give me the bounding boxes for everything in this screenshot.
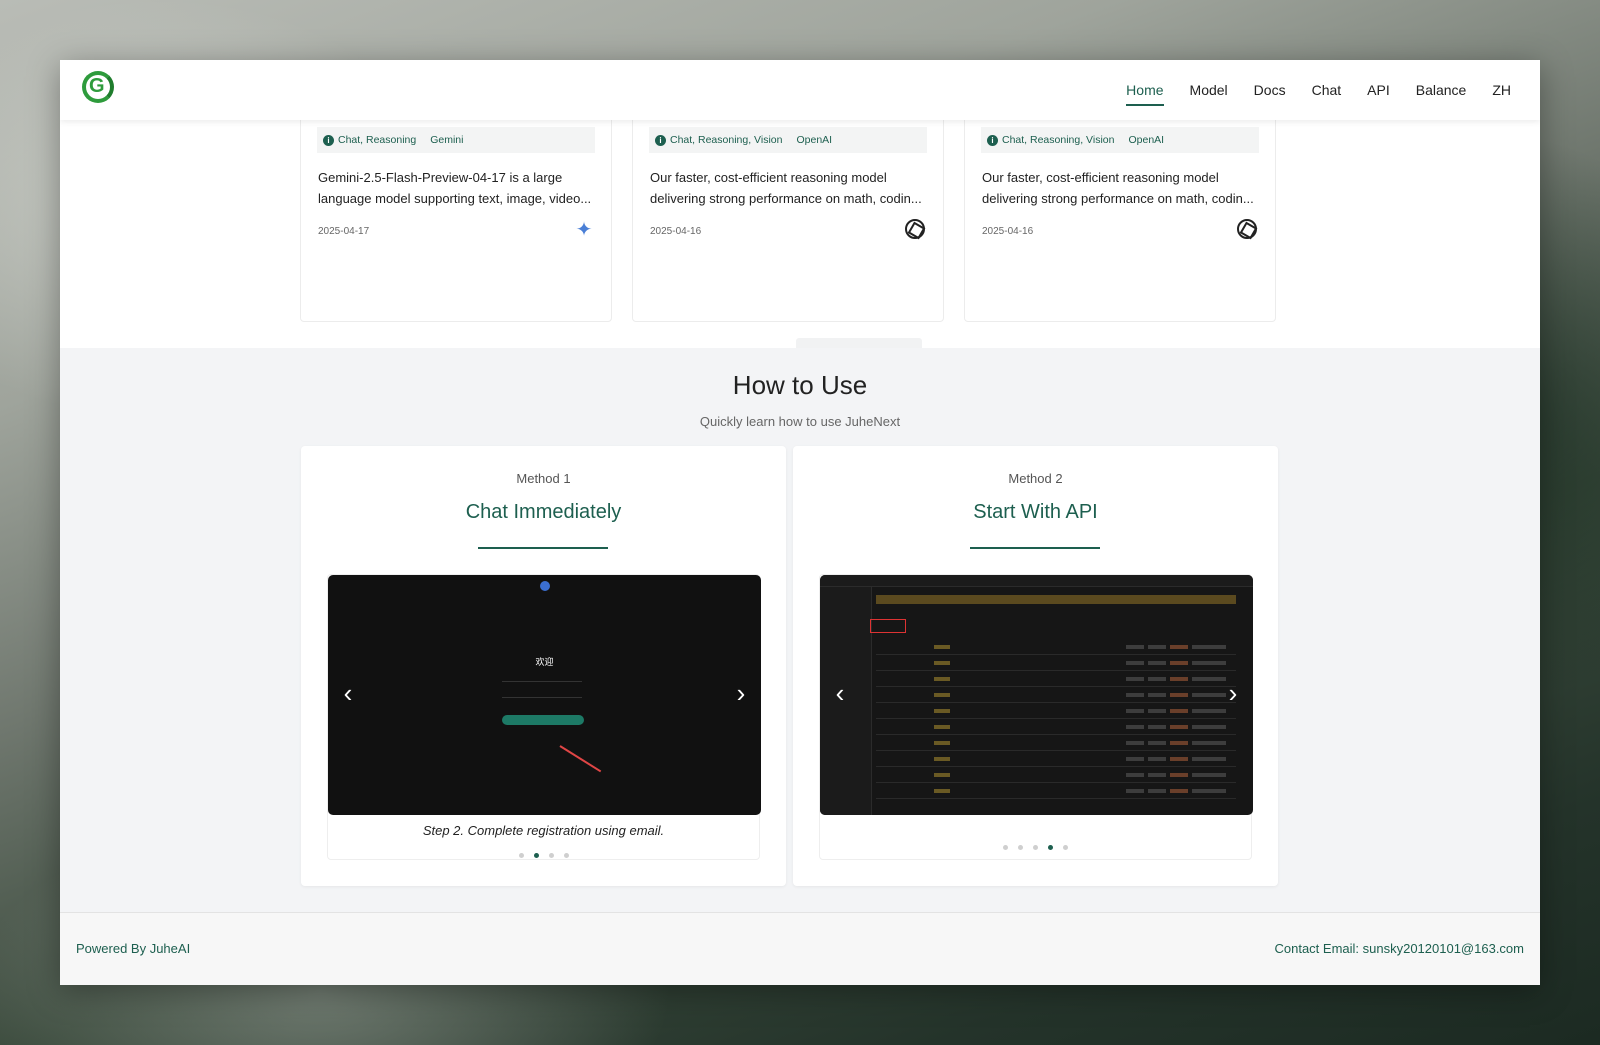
- method-title: Chat Immediately: [465, 501, 622, 523]
- method-label: Method 2: [1008, 471, 1063, 486]
- info-icon: i: [323, 134, 334, 146]
- carousel-dot[interactable]: [1063, 845, 1068, 850]
- powered-by-link[interactable]: Powered By JuheAI: [76, 941, 190, 956]
- model-card[interactable]: i Chat, Reasoning, Vision OpenAI Our fas…: [632, 100, 944, 322]
- section-subtitle: Quickly learn how to use JuheNext: [699, 414, 901, 429]
- model-tags: i Chat, Reasoning, Vision OpenAI: [649, 127, 927, 153]
- logo[interactable]: G: [82, 71, 116, 109]
- password-field-preview: [502, 687, 582, 698]
- carousel-dot[interactable]: [518, 853, 524, 858]
- carousel-dot[interactable]: [1033, 845, 1038, 850]
- carousel-indicators: [328, 853, 759, 858]
- site-header: G Home Model Docs Chat API Balance ZH: [60, 60, 1540, 120]
- model-tags: i Chat, Reasoning Gemini: [317, 127, 595, 153]
- carousel-dot[interactable]: [548, 853, 554, 858]
- carousel: 欢迎 ‹ › Step 2. Complete registration usi…: [327, 574, 761, 860]
- model-provider: Gemini: [430, 134, 464, 146]
- model-card[interactable]: i Chat, Reasoning Gemini Gemini-2.5-Flas…: [300, 100, 612, 322]
- carousel-next-button[interactable]: ›: [1221, 680, 1245, 706]
- carousel-prev-button[interactable]: ‹: [828, 680, 852, 706]
- gemini-icon: ✦: [575, 219, 593, 241]
- carousel-dot[interactable]: [563, 853, 569, 858]
- nav-model[interactable]: Model: [1177, 60, 1241, 120]
- carousel-prev-button[interactable]: ‹: [336, 680, 360, 706]
- model-date: 2025-04-16: [982, 226, 1034, 237]
- warning-banner-preview: [876, 595, 1236, 604]
- info-icon: i: [655, 134, 666, 146]
- carousel-dot[interactable]: [1018, 845, 1023, 850]
- section-title: How to Use: [732, 370, 868, 400]
- model-card[interactable]: i Chat, Reasoning, Vision OpenAI Our fas…: [964, 100, 1276, 322]
- browser-window: G Home Model Docs Chat API Balance ZH i …: [60, 60, 1540, 985]
- token-table-preview: [876, 639, 1236, 799]
- carousel-dot[interactable]: [1003, 845, 1008, 850]
- highlight-box: [870, 619, 906, 633]
- carousel-slide-image: ‹ ›: [820, 575, 1253, 815]
- nav-home[interactable]: Home: [1113, 60, 1176, 120]
- login-button-preview: [502, 715, 584, 725]
- model-capabilities: Chat, Reasoning, Vision: [1002, 134, 1115, 146]
- model-description: Gemini-2.5-Flash-Preview-04-17 is a larg…: [318, 170, 592, 206]
- method-label: Method 1: [516, 471, 571, 486]
- model-date: 2025-04-16: [650, 226, 702, 237]
- nav-api[interactable]: API: [1354, 60, 1403, 120]
- carousel-next-button[interactable]: ›: [729, 680, 753, 706]
- method-card-chat: Method 1 Chat Immediately 欢迎 ‹ › Step 2.…: [301, 446, 786, 886]
- annotation-arrow: [559, 745, 602, 773]
- carousel-dot-active[interactable]: [1048, 845, 1053, 850]
- welcome-text: 欢迎: [535, 657, 554, 667]
- title-underline: [970, 547, 1100, 549]
- carousel-indicators: [820, 845, 1251, 850]
- logo-letter-icon: G: [89, 75, 105, 97]
- site-footer: Powered By JuheAI Contact Email: sunsky2…: [60, 912, 1540, 985]
- carousel-dot-active[interactable]: [533, 853, 539, 858]
- model-capabilities: Chat, Reasoning: [338, 134, 417, 146]
- model-description: Our faster, cost-efficient reasoning mod…: [982, 170, 1254, 206]
- openai-icon: [1237, 219, 1259, 241]
- openai-icon: [905, 219, 927, 241]
- how-to-use-section: How to Use Quickly learn how to use Juhe…: [60, 348, 1540, 912]
- title-underline: [478, 547, 608, 549]
- nav-balance[interactable]: Balance: [1403, 60, 1480, 120]
- model-provider: OpenAI: [1128, 134, 1165, 146]
- feather-logo-icon: [540, 581, 550, 591]
- carousel-caption: Step 2. Complete registration using emai…: [422, 823, 665, 838]
- main-nav: Home Model Docs Chat API Balance ZH: [1113, 60, 1524, 120]
- contact-email[interactable]: Contact Email: sunsky20120101@163.com: [1274, 941, 1524, 956]
- carousel: ‹ ›: [819, 574, 1253, 860]
- model-date: 2025-04-17: [318, 226, 370, 237]
- model-tags: i Chat, Reasoning, Vision OpenAI: [981, 127, 1259, 153]
- nav-chat[interactable]: Chat: [1299, 60, 1355, 120]
- model-description: Our faster, cost-efficient reasoning mod…: [650, 170, 922, 206]
- nav-language[interactable]: ZH: [1479, 60, 1524, 120]
- email-field-preview: [502, 671, 582, 682]
- method-title: Start With API: [973, 501, 1098, 523]
- method-card-api: Method 2 Start With API ‹ ›: [793, 446, 1278, 886]
- dashboard-topbar-preview: [820, 575, 1253, 587]
- nav-docs[interactable]: Docs: [1241, 60, 1299, 120]
- model-capabilities: Chat, Reasoning, Vision: [670, 134, 783, 146]
- info-icon: i: [987, 134, 998, 146]
- model-provider: OpenAI: [796, 134, 833, 146]
- carousel-slide-image: 欢迎 ‹ ›: [328, 575, 761, 815]
